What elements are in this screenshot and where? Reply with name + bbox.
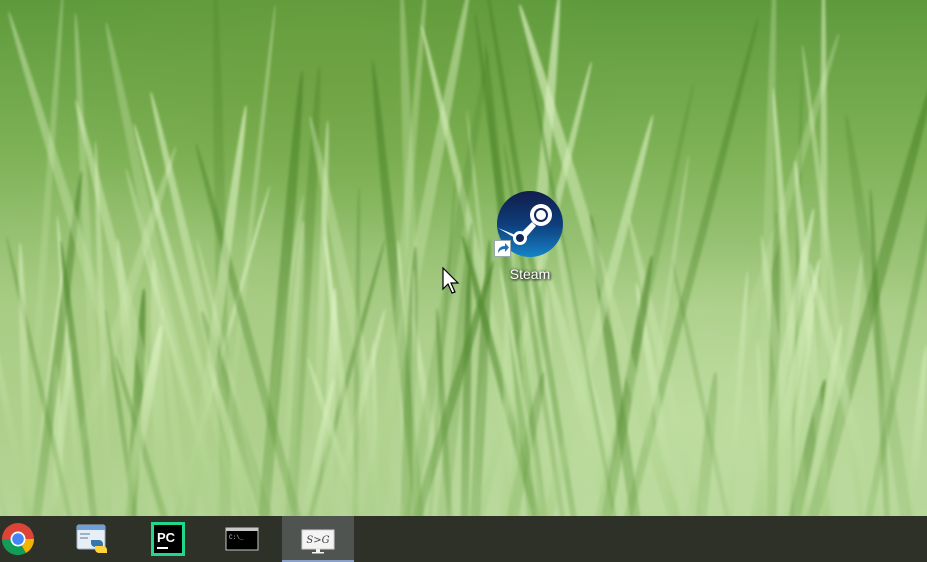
taskbar-terminal-button[interactable]: C:\_ bbox=[206, 516, 278, 562]
svg-text:C:\_: C:\_ bbox=[229, 534, 244, 541]
app-icon: S>G bbox=[301, 529, 335, 554]
terminal-icon: C:\_ bbox=[225, 527, 259, 551]
taskbar: PC C:\_ S>G bbox=[0, 516, 927, 562]
pycharm-icon: PC bbox=[151, 522, 185, 556]
svg-text:S>G: S>G bbox=[306, 535, 329, 546]
svg-text:PC: PC bbox=[157, 530, 176, 545]
desktop[interactable]: Steam bbox=[0, 0, 927, 516]
mouse-cursor-icon bbox=[442, 267, 460, 294]
desktop-icon-steam[interactable]: Steam bbox=[490, 188, 570, 288]
python-icon bbox=[76, 524, 107, 553]
taskbar-python-button[interactable] bbox=[56, 516, 128, 562]
taskbar-pycharm-button[interactable]: PC bbox=[132, 516, 204, 562]
taskbar-active-app-button[interactable]: S>G bbox=[282, 516, 354, 562]
chrome-icon bbox=[1, 523, 35, 556]
taskbar-chrome-button[interactable] bbox=[0, 516, 36, 562]
shortcut-arrow-icon bbox=[494, 240, 511, 257]
desktop-icon-label: Steam bbox=[509, 266, 551, 282]
